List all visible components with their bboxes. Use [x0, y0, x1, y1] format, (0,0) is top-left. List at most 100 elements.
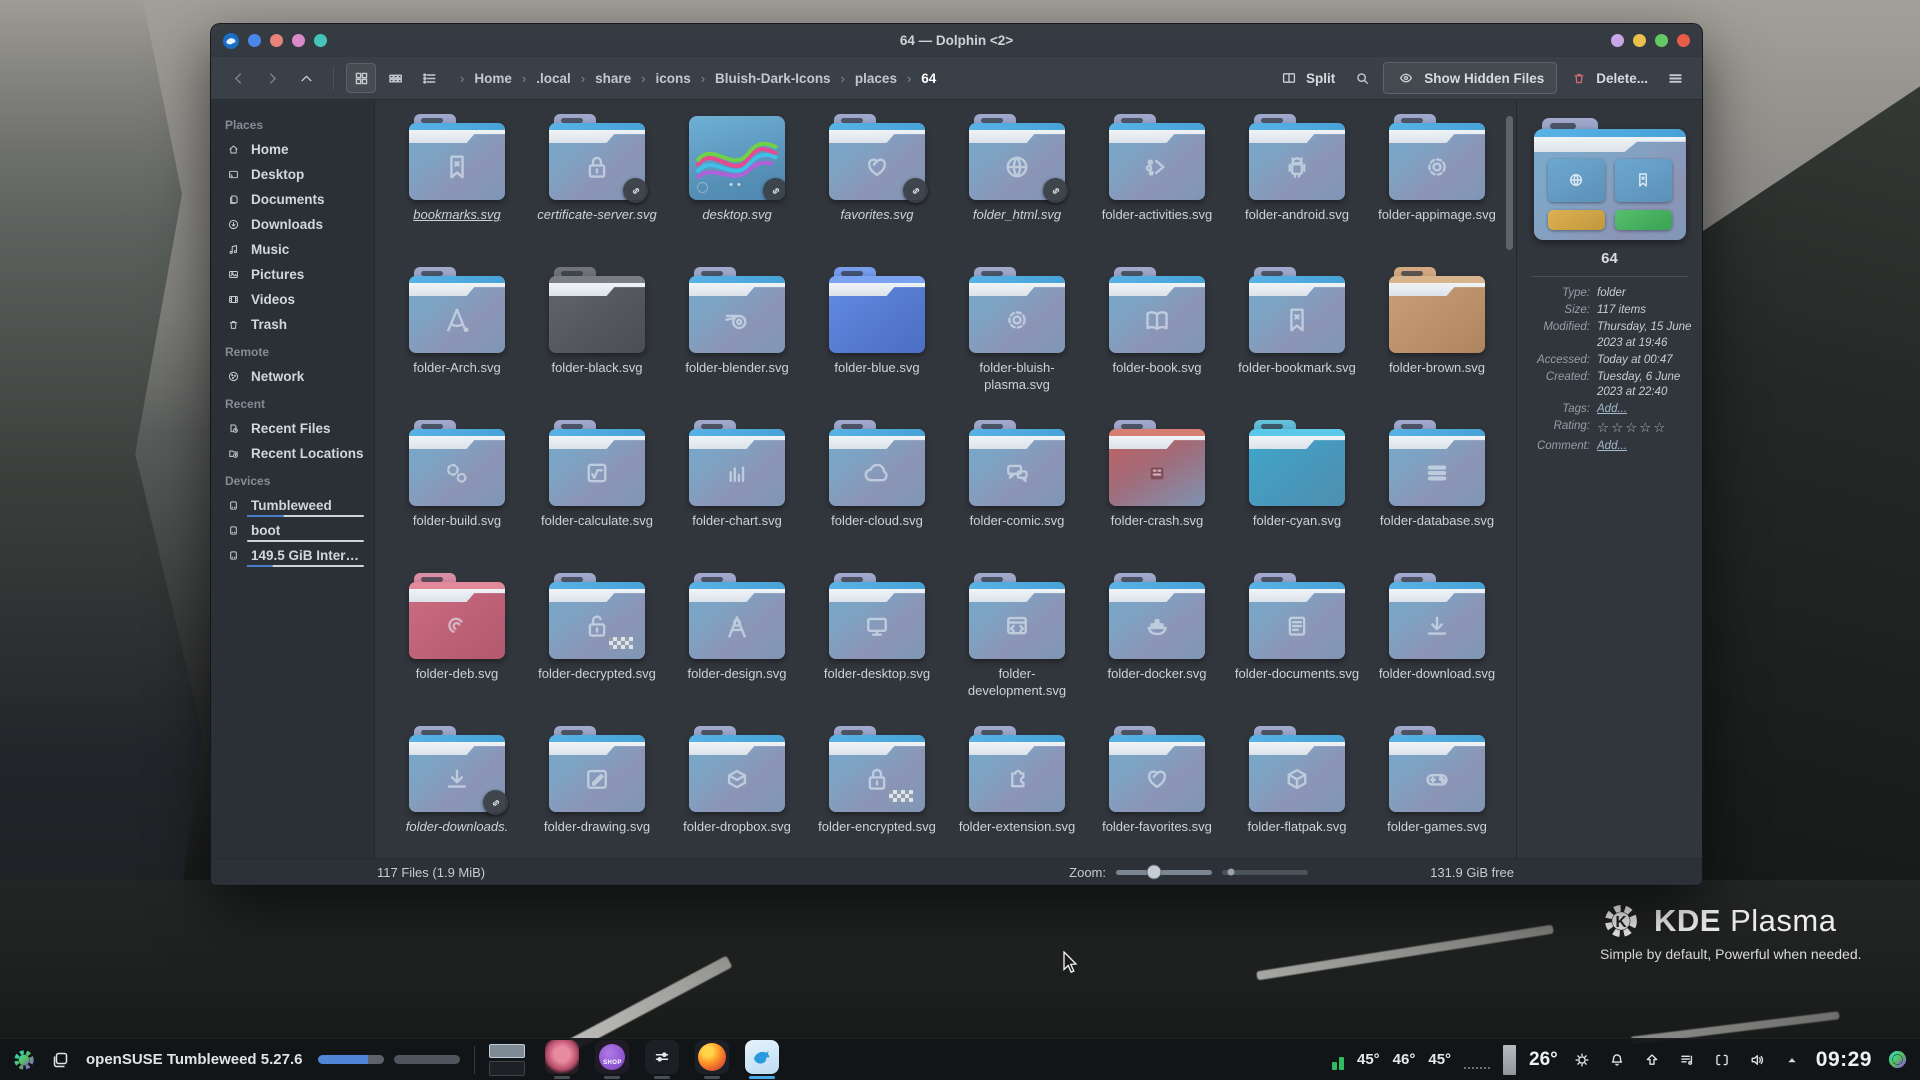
file-desktop-svg[interactable]: ••desktop.svg [667, 114, 807, 267]
forward-button[interactable] [257, 63, 287, 93]
taskbar-app-shop-app[interactable]: SHOP [591, 1040, 633, 1079]
window-button-purple[interactable] [1611, 34, 1624, 47]
file-folder-download-svg[interactable]: folder-download.svg [1367, 573, 1507, 726]
gear-icon[interactable] [1885, 1047, 1910, 1072]
caret-up-icon[interactable] [1781, 1049, 1803, 1071]
file-folder-design-svg[interactable]: folder-design.svg [667, 573, 807, 726]
file-folder-build-svg[interactable]: folder-build.svg [387, 420, 527, 573]
window-button-minimize[interactable] [1633, 34, 1646, 47]
volume-icon[interactable] [1746, 1049, 1768, 1071]
file-folder-docker-svg[interactable]: folder-docker.svg [1087, 573, 1227, 726]
zoom-slider-track[interactable] [1222, 870, 1308, 875]
back-button[interactable] [223, 63, 253, 93]
sidebar-item-trash[interactable]: Trash [211, 312, 374, 337]
breadcrumb-item-Bluish-Dark-Icons[interactable]: Bluish-Dark-Icons [713, 69, 833, 88]
show-hidden-files-button[interactable]: Show Hidden Files [1383, 62, 1557, 94]
breadcrumb-item-icons[interactable]: icons [653, 69, 692, 88]
window-button-teal[interactable] [314, 34, 327, 47]
file-folder-blue-svg[interactable]: folder-blue.svg [807, 267, 947, 420]
temp-sensor-2[interactable]: 46° [1393, 1051, 1416, 1068]
details-value[interactable]: Add... [1597, 402, 1627, 417]
hamburger-menu-button[interactable] [1660, 63, 1690, 93]
file-folder-games-svg[interactable]: folder-games.svg [1367, 726, 1507, 858]
progress-bar-blue[interactable] [318, 1055, 384, 1064]
taskbar-app-firefox[interactable] [691, 1040, 733, 1079]
sidebar-item-boot[interactable]: boot [211, 518, 374, 543]
file-folder-android-svg[interactable]: folder-android.svg [1227, 114, 1367, 267]
sidebar-item-documents[interactable]: Documents [211, 187, 374, 212]
file-folder-downloads-[interactable]: folder-downloads. [387, 726, 527, 858]
weather-temp[interactable]: 26° [1529, 1049, 1558, 1071]
sun-icon[interactable] [1571, 1049, 1593, 1071]
compact-view-button[interactable] [380, 63, 410, 93]
sidebar-item-desktop[interactable]: Desktop [211, 162, 374, 187]
file-folder-brown-svg[interactable]: folder-brown.svg [1367, 267, 1507, 420]
up-button[interactable] [291, 63, 321, 93]
sidebar-item-home[interactable]: Home [211, 137, 374, 162]
sidebar-item-pictures[interactable]: Pictures [211, 262, 374, 287]
file-folder-chart-svg[interactable]: folder-chart.svg [667, 420, 807, 573]
window-button-blue[interactable] [248, 34, 261, 47]
search-button[interactable] [1347, 63, 1377, 93]
phone-icon[interactable] [1711, 1049, 1733, 1071]
file-folder-desktop-svg[interactable]: folder-desktop.svg [807, 573, 947, 726]
file-folder-Arch-svg[interactable]: folder-Arch.svg [387, 267, 527, 420]
file-folder-calculate-svg[interactable]: folder-calculate.svg [527, 420, 667, 573]
file-folder-decrypted-svg[interactable]: folder-decrypted.svg [527, 573, 667, 726]
details-view-button[interactable] [414, 63, 444, 93]
file-folder-activities-svg[interactable]: folder-activities.svg [1087, 114, 1227, 267]
memory-bar-icon[interactable] [1503, 1045, 1516, 1075]
taskbar-app-mixer-app[interactable] [641, 1040, 683, 1079]
clock[interactable]: 09:29 [1816, 1048, 1872, 1072]
breadcrumb-item-places[interactable]: places [853, 69, 899, 88]
zoom-slider-knob[interactable] [1147, 865, 1162, 880]
bell-icon[interactable] [1606, 1049, 1628, 1071]
virtual-desktop-pager[interactable] [489, 1044, 525, 1076]
temp-sensor-1[interactable]: 45° [1357, 1051, 1380, 1068]
playlist-icon[interactable] [1676, 1049, 1698, 1071]
window-button-maximize[interactable] [1655, 34, 1668, 47]
sidebar-item-149-5-gib-internal-[interactable]: 149.5 GiB Internal ... [211, 543, 374, 568]
file-folder-database-svg[interactable]: folder-database.svg [1367, 420, 1507, 573]
sidebar-item-network[interactable]: Network [211, 364, 374, 389]
details-value[interactable]: ☆☆☆☆☆ [1597, 419, 1668, 437]
window-button-close[interactable] [1677, 34, 1690, 47]
sidebar-item-recent-locations[interactable]: Recent Locations [211, 441, 374, 466]
cpu-bars-icon[interactable] [1332, 1050, 1344, 1070]
file-bookmarks-svg[interactable]: bookmarks.svg [387, 114, 527, 267]
desktop-1[interactable] [489, 1044, 525, 1059]
file-folder-encrypted-svg[interactable]: folder-encrypted.svg [807, 726, 947, 858]
file-folder-appimage-svg[interactable]: folder-appimage.svg [1367, 114, 1507, 267]
file-folder-dropbox-svg[interactable]: folder-dropbox.svg [667, 726, 807, 858]
app-launcher-icon[interactable] [10, 1046, 38, 1074]
split-button[interactable]: Split [1273, 63, 1341, 93]
file-folder-html-svg[interactable]: folder_html.svg [947, 114, 1087, 267]
taskbar-app-media-app[interactable] [541, 1040, 583, 1079]
sidebar-item-recent-files[interactable]: Recent Files [211, 416, 374, 441]
folder-view[interactable]: bookmarks.svgcertificate-server.svg••des… [375, 100, 1516, 858]
sidebar-item-downloads[interactable]: Downloads [211, 212, 374, 237]
file-folder-extension-svg[interactable]: folder-extension.svg [947, 726, 1087, 858]
details-value[interactable]: Add... [1597, 439, 1627, 454]
file-folder-bookmark-svg[interactable]: folder-bookmark.svg [1227, 267, 1367, 420]
taskbar-app-dolphin[interactable] [741, 1040, 783, 1079]
file-folder-flatpak-svg[interactable]: folder-flatpak.svg [1227, 726, 1367, 858]
file-favorites-svg[interactable]: favorites.svg [807, 114, 947, 267]
breadcrumb-item-share[interactable]: share [593, 69, 633, 88]
titlebar[interactable]: 64 — Dolphin <2> [211, 24, 1702, 57]
file-folder-cloud-svg[interactable]: folder-cloud.svg [807, 420, 947, 573]
zoom-slider[interactable] [1116, 870, 1212, 875]
breadcrumb-item-Home[interactable]: Home [472, 69, 514, 88]
histogram-icon[interactable] [1464, 1061, 1490, 1069]
arrow-up-icon[interactable] [1641, 1049, 1663, 1071]
window-button-pink[interactable] [292, 34, 305, 47]
file-certificate-server-svg[interactable]: certificate-server.svg [527, 114, 667, 267]
sidebar-item-videos[interactable]: Videos [211, 287, 374, 312]
breadcrumb-item-64[interactable]: 64 [919, 69, 938, 88]
file-folder-documents-svg[interactable]: folder-documents.svg [1227, 573, 1367, 726]
file-folder-deb-svg[interactable]: folder-deb.svg [387, 573, 527, 726]
file-folder-favorites-svg[interactable]: folder-favorites.svg [1087, 726, 1227, 858]
sidebar-item-music[interactable]: Music [211, 237, 374, 262]
temp-sensor-3[interactable]: 45° [1428, 1051, 1451, 1068]
file-folder-cyan-svg[interactable]: folder-cyan.svg [1227, 420, 1367, 573]
